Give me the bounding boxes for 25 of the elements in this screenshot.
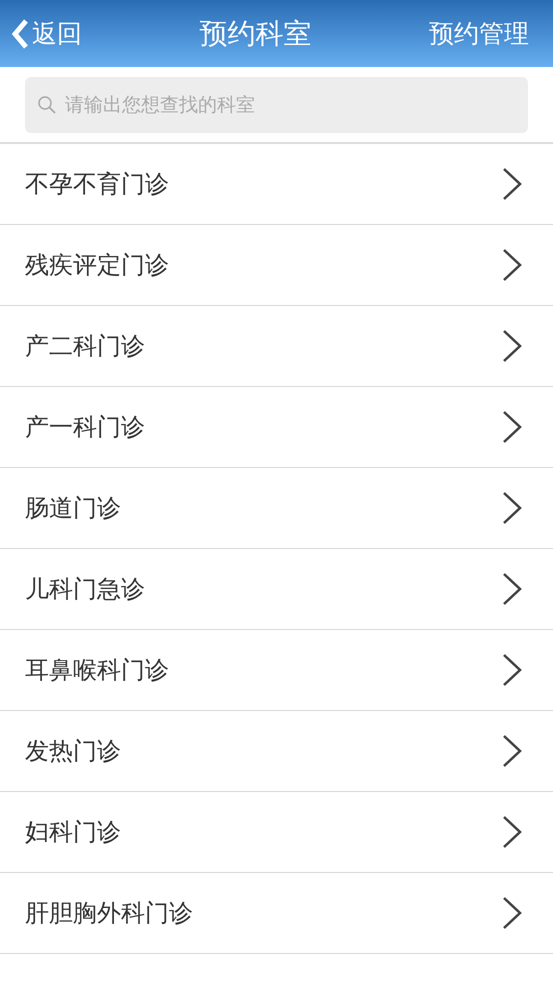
department-item[interactable]: 妇科门诊 <box>0 792 553 873</box>
department-item[interactable]: 耳鼻喉科门诊 <box>0 630 553 711</box>
chevron-right-icon <box>501 653 523 687</box>
chevron-right-icon <box>501 167 523 201</box>
chevron-right-icon <box>501 815 523 849</box>
department-item[interactable]: 发热门诊 <box>0 711 553 792</box>
chevron-right-icon <box>501 896 523 930</box>
search-icon <box>37 95 57 115</box>
department-item[interactable]: 残疾评定门诊 <box>0 225 553 306</box>
department-item[interactable]: 肝胆胸外科门诊 <box>0 873 553 954</box>
chevron-right-icon <box>501 491 523 525</box>
chevron-right-icon <box>501 410 523 444</box>
department-item[interactable]: 肠道门诊 <box>0 468 553 549</box>
back-icon <box>10 18 30 50</box>
department-item[interactable]: 不孕不育门诊 <box>0 144 553 225</box>
chevron-right-icon <box>501 329 523 363</box>
department-item[interactable]: 产一科门诊 <box>0 387 553 468</box>
department-item[interactable]: 产二科门诊 <box>0 306 553 387</box>
chevron-right-icon <box>501 734 523 768</box>
manage-button[interactable]: 预约管理 <box>429 17 529 50</box>
chevron-right-icon <box>501 572 523 606</box>
chevron-right-icon <box>501 248 523 282</box>
search-field[interactable]: 请输出您想查找的科室 <box>25 77 528 133</box>
page-title: 预约科室 <box>198 16 312 52</box>
department-item[interactable]: 儿科门急诊 <box>0 549 553 630</box>
